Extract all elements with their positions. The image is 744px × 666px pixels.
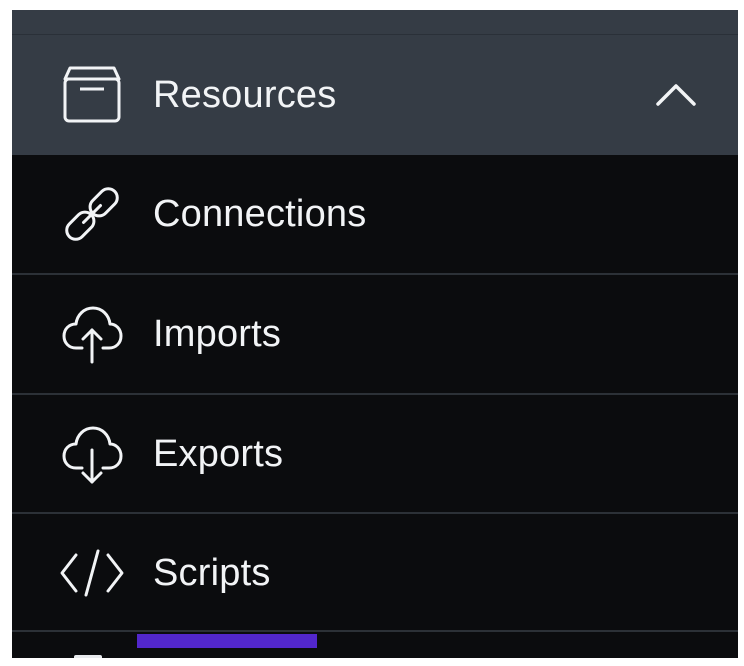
- resources-label: Resources: [153, 73, 337, 116]
- nav-item-label: Scripts: [153, 551, 271, 594]
- link-icon: [60, 182, 124, 246]
- nav-item-label: Exports: [153, 432, 284, 475]
- code-icon: [60, 541, 124, 605]
- active-indicator: [137, 634, 317, 648]
- nav-item-label: Imports: [153, 312, 282, 355]
- cloud-download-icon: [60, 422, 124, 486]
- nav-item-scripts[interactable]: Scripts: [12, 512, 738, 632]
- nav-item-exports[interactable]: Exports: [12, 393, 738, 513]
- divider: [12, 630, 738, 632]
- nav-item-connections[interactable]: Connections: [12, 155, 738, 273]
- chevron-up-icon[interactable]: [652, 71, 700, 119]
- box-icon: [60, 63, 124, 127]
- nav-item-label: Connections: [153, 192, 367, 235]
- next-item-icon: [74, 655, 102, 658]
- navigation-drawer: Resources Connections Imports Exports Sc…: [12, 10, 738, 658]
- nav-item-imports[interactable]: Imports: [12, 273, 738, 393]
- previous-nav-item-edge[interactable]: [12, 10, 738, 35]
- resources-group-header[interactable]: Resources: [12, 35, 738, 155]
- cloud-upload-icon: [60, 302, 124, 366]
